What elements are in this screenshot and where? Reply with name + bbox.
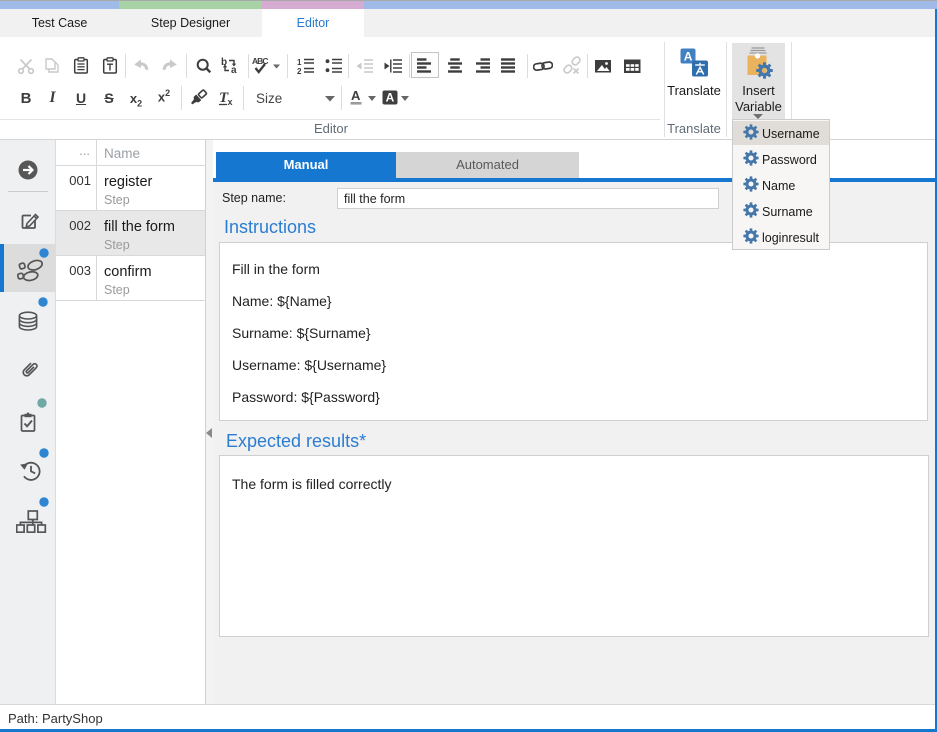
svg-text:2: 2 (297, 67, 302, 76)
svg-text:A: A (386, 91, 395, 105)
svg-text:ABC: ABC (252, 56, 269, 66)
svg-text:x: x (228, 97, 233, 107)
svg-text:A: A (684, 50, 693, 64)
svg-text:1: 1 (297, 58, 302, 67)
svg-text:a: a (231, 65, 237, 76)
svg-text:A: A (351, 88, 361, 103)
